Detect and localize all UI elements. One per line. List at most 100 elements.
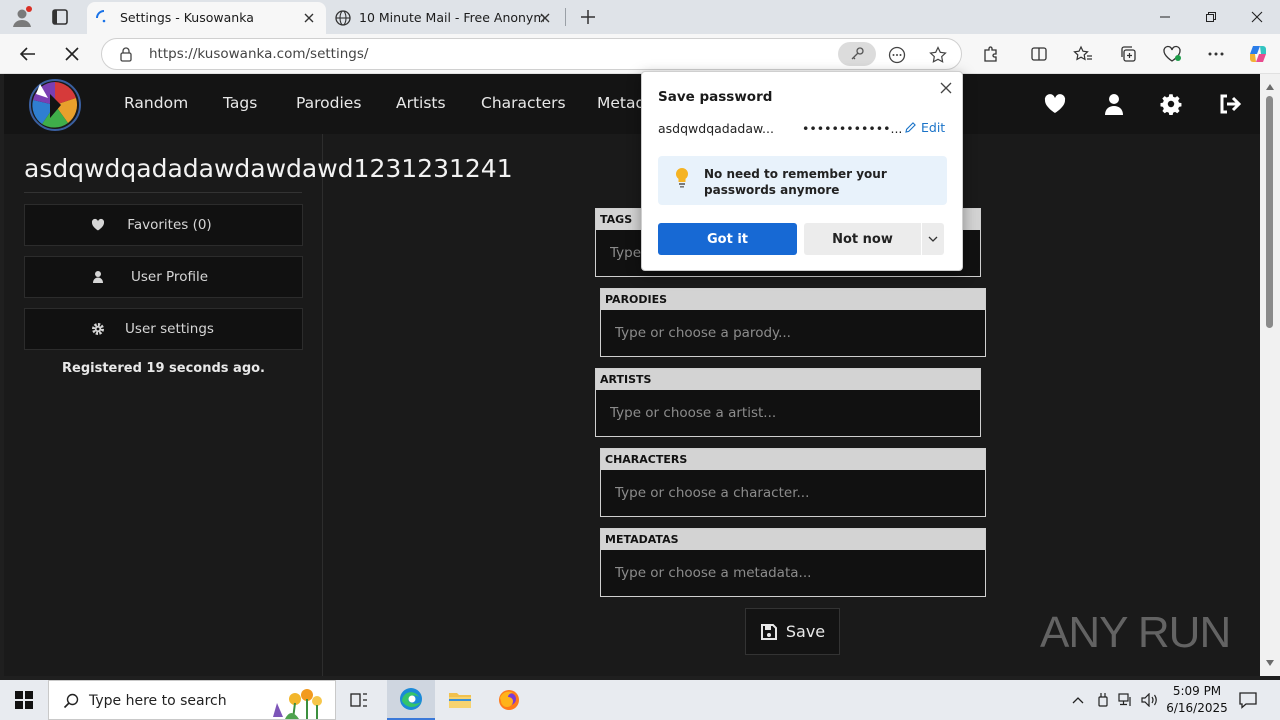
browser-tab-bar: Settings - Kusowanka 10 Minute Mail - Fr… [0,0,1280,34]
close-icon [65,47,79,61]
minimize-button[interactable] [1142,0,1188,34]
sidebar-item-favorites[interactable]: Favorites (0) [24,204,303,246]
edit-credentials-link[interactable]: Edit [904,120,945,135]
favorites-star-icon [1073,45,1092,61]
close-window-button[interactable] [1234,0,1280,34]
save-button[interactable]: Save [745,608,840,655]
password-info-banner: No need to remember your passwords anymo… [658,156,947,205]
task-view-icon [350,693,367,707]
nav-characters[interactable]: Characters [481,94,566,112]
add-favorite-button[interactable] [927,44,949,66]
url-text: https://kusowanka.com/settings/ [149,46,369,62]
split-screen-button[interactable] [1024,40,1054,68]
metadatas-input[interactable] [601,550,985,596]
settings-more-button[interactable] [1201,40,1231,68]
tab-title: Settings - Kusowanka [120,10,254,25]
loading-icon [96,10,106,23]
tray-device-icon[interactable] [1094,691,1112,709]
close-icon[interactable] [938,80,954,96]
web-page: Random Tags Parodies Artists Characters … [4,74,1260,676]
address-bar[interactable]: https://kusowanka.com/settings/ [101,38,962,70]
copilot-button[interactable] [1243,40,1273,68]
scroll-up-arrow-icon[interactable] [1266,84,1274,90]
field-label: ARTISTS [596,369,980,390]
characters-field: CHARACTERS [600,448,986,517]
sidebar-item-user-profile[interactable]: User Profile [24,256,303,298]
username-heading: asdqwdqadadawdawdawd1231231241 [24,154,513,183]
favorites-button[interactable] [1068,40,1098,68]
not-now-button[interactable]: Not now [804,223,921,255]
save-password-popup: Save password asdqwdqadadaw... •••••••••… [641,71,963,271]
saved-password: ••••••••••••... [802,121,903,136]
sidebar-divider [322,134,323,676]
got-it-button[interactable]: Got it [658,223,797,255]
collections-button[interactable] [1113,40,1143,68]
windows-taskbar: Type here to search 5:09 PM 6/16/2025 [0,680,1280,720]
tab-separator [565,8,566,26]
nav-tags[interactable]: Tags [223,94,257,112]
taskbar-firefox[interactable] [485,680,533,720]
save-label: Save [785,622,826,641]
parodies-input[interactable] [601,310,985,356]
kusowanka-logo[interactable] [28,78,82,132]
show-hidden-icons-button[interactable] [1069,691,1087,709]
extensions-button[interactable] [976,40,1006,68]
minimize-icon [1160,16,1170,18]
scrollbar-thumb[interactable] [1266,96,1273,328]
close-tab-icon[interactable] [302,11,316,25]
speaker-icon [1141,693,1157,707]
gear-icon[interactable] [1159,93,1183,115]
characters-input[interactable] [601,470,985,516]
site-navbar: Random Tags Parodies Artists Characters … [4,74,1260,134]
flowers-illustration-icon [273,689,322,719]
notification-icon[interactable] [1238,690,1258,710]
tab-10-minute-mail[interactable]: 10 Minute Mail - Free Anonymous [326,2,562,34]
page-scrollbar[interactable] [1260,74,1280,676]
windows-logo-icon [15,691,33,709]
close-tab-icon[interactable] [538,11,552,25]
heart-icon[interactable] [1043,93,1067,115]
arrow-left-icon [19,47,35,61]
nav-random[interactable]: Random [124,94,188,112]
tab-settings[interactable]: Settings - Kusowanka [87,2,326,34]
globe-icon [335,10,351,26]
more-options-dropdown[interactable] [922,223,944,255]
browser-essentials-button[interactable] [1157,40,1187,68]
back-button[interactable] [13,40,43,68]
restore-button[interactable] [1188,0,1234,34]
popup-title: Save password [658,89,773,105]
browser-toolbar: https://kusowanka.com/settings/ [0,34,1280,74]
start-button[interactable] [0,680,48,720]
sidebar-item-user-settings[interactable]: User settings [24,308,303,350]
close-icon [1251,11,1263,23]
reading-mode-button[interactable] [886,44,908,66]
taskbar-edge[interactable] [387,680,435,720]
search-placeholder: Type here to search [89,693,227,709]
task-view-button[interactable] [336,680,384,720]
network-button[interactable] [1117,691,1135,709]
search-icon [63,693,79,709]
taskbar-file-explorer[interactable] [436,680,484,720]
user-icon[interactable] [1102,93,1126,115]
stop-loading-button[interactable] [57,40,87,68]
lock-icon[interactable] [118,46,134,62]
password-key-button[interactable] [838,42,876,66]
scroll-down-arrow-icon[interactable] [1266,660,1274,666]
nav-artists[interactable]: Artists [396,94,446,112]
taskbar-search-box[interactable]: Type here to search [48,680,336,720]
artists-input[interactable] [596,390,980,436]
edge-browser-icon [400,688,422,710]
anyrun-watermark: ANY RUN [1040,608,1231,657]
taskbar-clock[interactable]: 5:09 PM 6/16/2025 [1160,683,1234,717]
new-tab-icon[interactable] [577,6,599,28]
volume-button[interactable] [1141,691,1159,709]
nav-parodies[interactable]: Parodies [296,94,361,112]
sidebar-item-label: Favorites (0) [127,217,212,233]
dots-circle-icon [888,46,906,64]
field-label: PARODIES [601,289,985,310]
saved-username: asdqwdqadadaw... [658,121,774,136]
logout-icon[interactable] [1218,93,1242,115]
profile-icon[interactable] [10,5,34,29]
chevron-up-icon [1072,697,1084,704]
tab-actions-icon[interactable] [48,6,72,28]
